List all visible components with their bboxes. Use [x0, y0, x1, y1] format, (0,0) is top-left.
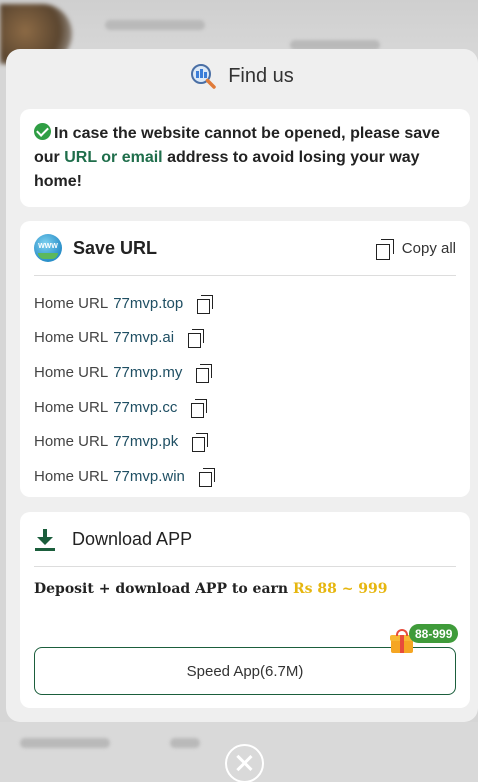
background-blur [105, 20, 205, 30]
url-value: 77mvp.top [113, 294, 184, 312]
speed-app-button[interactable]: Speed App(6.7M) [34, 647, 456, 695]
reward-badge: 88-999 [409, 624, 459, 643]
save-url-title: Save URL [73, 237, 158, 258]
copy-icon [375, 238, 394, 260]
download-title: Download APP [72, 528, 193, 549]
copy-icon[interactable] [188, 329, 205, 349]
modal-title: Find us [228, 64, 294, 87]
copy-icon[interactable] [196, 363, 213, 383]
background-blur [170, 738, 200, 748]
notice-card: In case the website cannot be opened, pl… [20, 109, 470, 207]
url-value: 77mvp.ai [113, 329, 175, 347]
save-url-header: WWW Save URL Copy all [34, 221, 456, 276]
download-header: Download APP [34, 512, 456, 567]
url-item: Home URL 77mvp.ai [34, 321, 456, 356]
copy-icon[interactable] [192, 433, 209, 453]
copy-icon[interactable] [198, 467, 215, 487]
url-item: Home URL 77mvp.my [34, 355, 456, 390]
url-value: 77mvp.cc [113, 398, 178, 416]
url-item: Home URL 77mvp.top [34, 286, 456, 321]
close-icon[interactable] [225, 744, 264, 782]
url-value: 77mvp.pk [113, 433, 179, 451]
url-value: 77mvp.my [113, 363, 183, 381]
deposit-text: Deposit + download APP to earn Rs 88 ~ 9… [34, 581, 456, 597]
download-icon [34, 527, 56, 551]
url-item: Home URL 77mvp.pk [34, 424, 456, 459]
url-label: Home URL [34, 433, 109, 451]
copy-all-label: Copy all [401, 239, 456, 257]
url-label: Home URL [34, 398, 109, 416]
url-item: Home URL 77mvp.win [34, 459, 456, 494]
url-label: Home URL [34, 363, 109, 381]
url-label: Home URL [34, 329, 109, 347]
url-list: Home URL 77mvp.top Home URL 77mvp.ai Hom… [34, 276, 456, 494]
find-us-modal: Find us In case the website cannot be op… [6, 49, 478, 722]
background-blur [20, 738, 110, 748]
copy-all-button[interactable]: Copy all [375, 238, 456, 260]
url-value: 77mvp.win [113, 467, 185, 485]
deposit-label: Deposit + download APP to earn [34, 581, 293, 597]
url-label: Home URL [34, 294, 109, 312]
save-url-card: WWW Save URL Copy all Home URL 77mvp.top… [20, 221, 470, 497]
copy-icon[interactable] [191, 398, 208, 418]
url-item: Home URL 77mvp.cc [34, 390, 456, 425]
deposit-amount: Rs 88 ~ 999 [292, 581, 388, 597]
download-app-card: Download APP Deposit + download APP to e… [20, 512, 470, 708]
check-circle-icon [34, 123, 51, 140]
search-globe-icon [190, 63, 216, 89]
notice-highlight: URL or email [64, 149, 163, 166]
www-globe-icon: WWW [34, 234, 62, 262]
notice-text: In case the website cannot be opened, pl… [34, 122, 456, 194]
url-label: Home URL [34, 467, 109, 485]
modal-header: Find us [6, 49, 478, 103]
copy-icon[interactable] [197, 294, 214, 314]
